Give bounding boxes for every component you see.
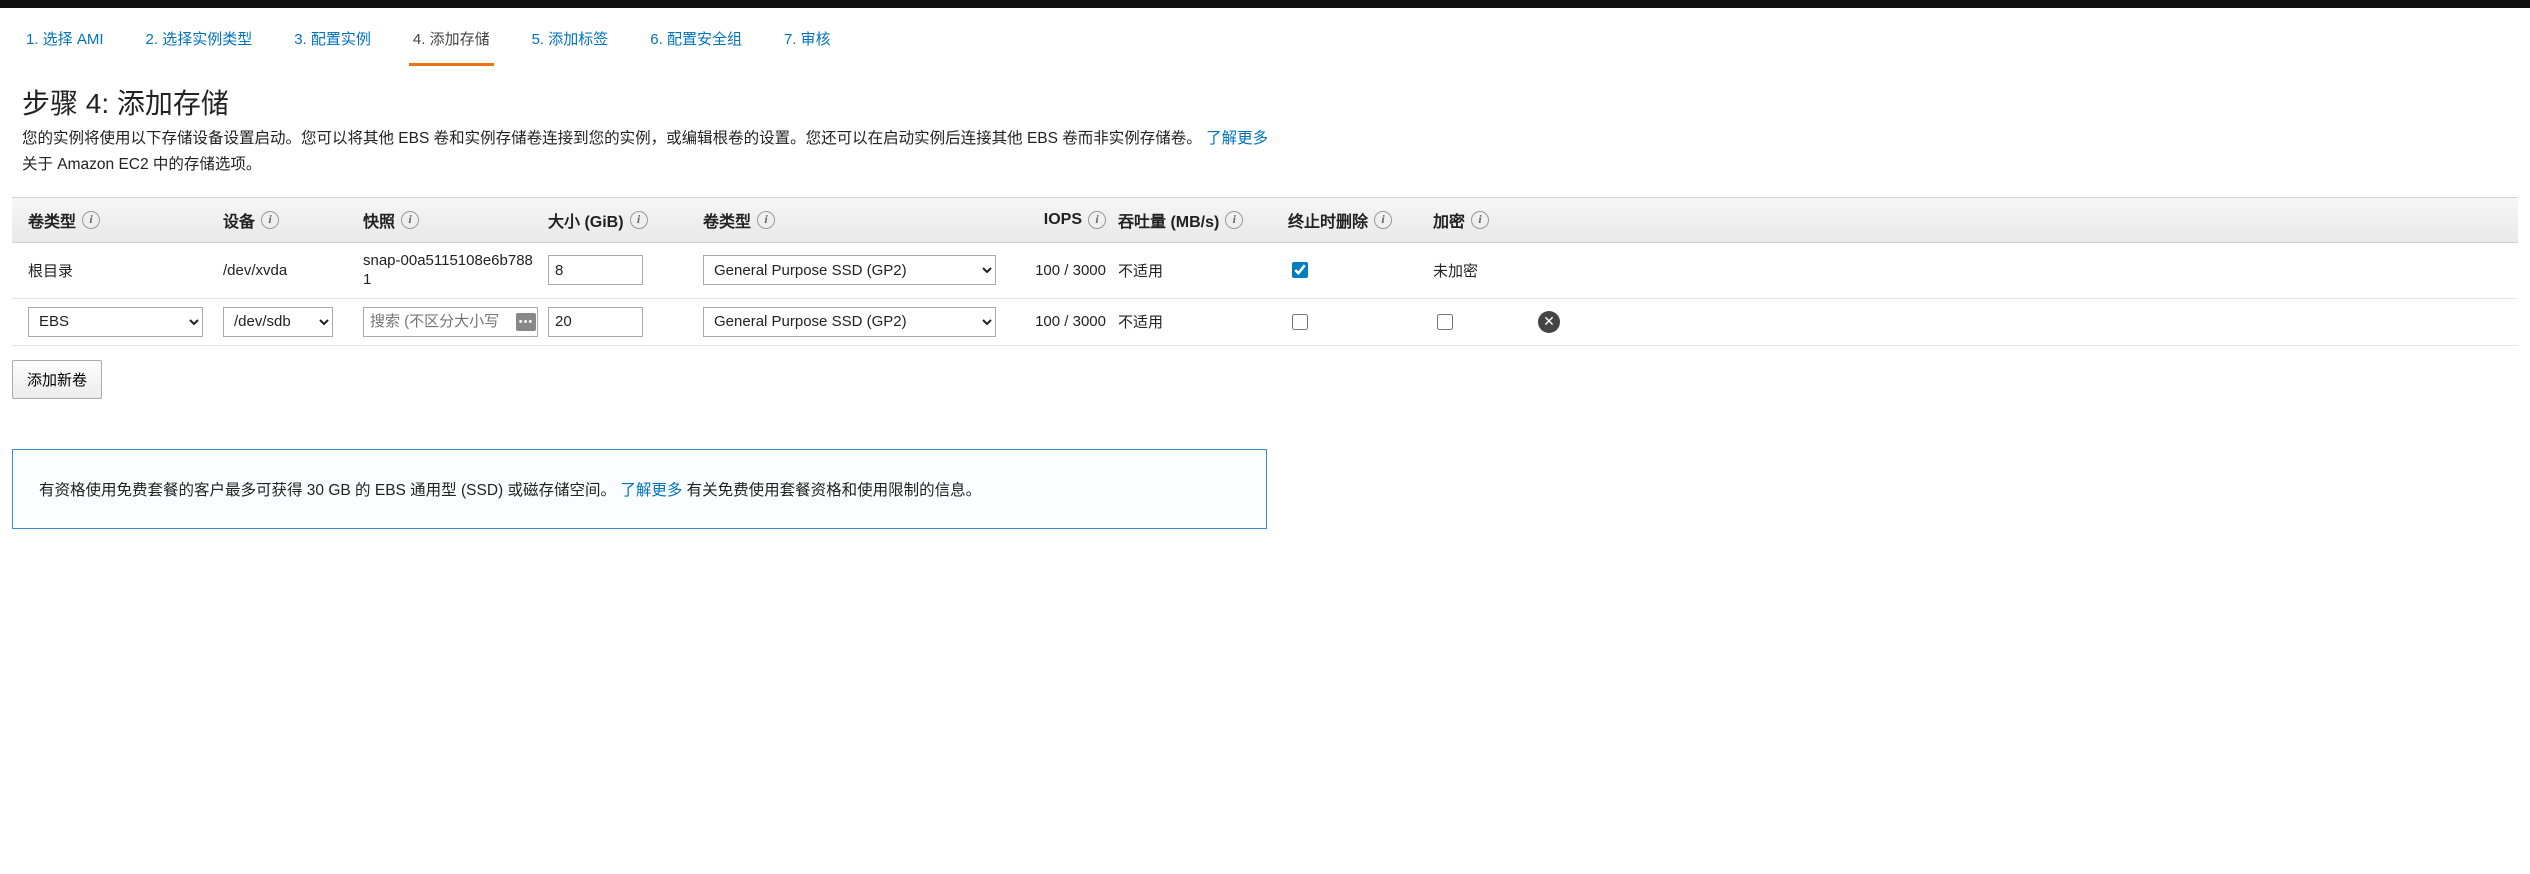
tab-add-storage[interactable]: 4. 添加存储 [409, 20, 494, 66]
learn-more-link[interactable]: 了解更多 [1206, 130, 1268, 147]
info-icon[interactable]: i [1471, 211, 1489, 229]
storage-table: 卷类型 i 设备 i 快照 i 大小 (GiB) i 卷类型 i IOPS i 吞吐量 (M… [12, 197, 2518, 346]
free-tier-notice: 有资格使用免费套餐的客户最多可获得 30 GB 的 EBS 通用型 (SSD) … [12, 449, 1267, 529]
ebs-encrypt-checkbox[interactable] [1437, 314, 1453, 330]
ebs-throughput: 不适用 [1118, 311, 1163, 332]
page-title: 步骤 4: 添加存储 [0, 66, 2530, 126]
top-bar [0, 0, 2530, 8]
notice-text-post: 有关免费使用套餐资格和使用限制的信息。 [682, 482, 981, 499]
info-icon[interactable]: i [757, 211, 775, 229]
tab-security-group[interactable]: 6. 配置安全组 [646, 20, 746, 66]
col-device: 设备 [223, 208, 255, 232]
col-size: 大小 (GiB) [548, 208, 624, 232]
root-encryption: 未加密 [1433, 260, 1478, 281]
root-throughput: 不适用 [1118, 260, 1163, 281]
remove-volume-icon[interactable]: ✕ [1538, 311, 1560, 333]
col-snapshot: 快照 [363, 208, 395, 232]
table-header-row: 卷类型 i 设备 i 快照 i 大小 (GiB) i 卷类型 i IOPS i 吞吐量 (M… [12, 197, 2518, 243]
ebs-size-input[interactable] [548, 307, 643, 337]
tab-select-ami[interactable]: 1. 选择 AMI [22, 20, 108, 66]
page-description: 您的实例将使用以下存储设备设置启动。您可以将其他 EBS 卷和实例存储卷连接到您… [0, 126, 1300, 197]
notice-learn-more-link[interactable]: 了解更多 [620, 482, 682, 499]
ebs-voltype2-select[interactable]: General Purpose SSD (GP2) [703, 307, 996, 337]
root-device: /dev/xvda [223, 262, 287, 279]
ellipsis-icon[interactable]: ••• [516, 313, 536, 331]
tab-configure-instance[interactable]: 3. 配置实例 [290, 20, 375, 66]
notice-text-pre: 有资格使用免费套餐的客户最多可获得 30 GB 的 EBS 通用型 (SSD) … [39, 482, 616, 499]
root-size-input[interactable] [548, 255, 643, 285]
wizard-tabs: 1. 选择 AMI 2. 选择实例类型 3. 配置实例 4. 添加存储 5. 添… [0, 8, 2530, 66]
root-volume-type: 根目录 [28, 260, 73, 281]
root-snapshot: snap-00a5115108e6b7881 [363, 251, 536, 290]
desc-text-pre: 您的实例将使用以下存储设备设置启动。您可以将其他 EBS 卷和实例存储卷连接到您… [22, 130, 1202, 147]
table-row: EBS /dev/sdb ••• General Purpose SSD (GP… [12, 299, 2518, 346]
root-delete-on-terminate-checkbox[interactable] [1292, 262, 1308, 278]
ebs-delete-on-terminate-checkbox[interactable] [1292, 314, 1308, 330]
table-row: 根目录 /dev/xvda snap-00a5115108e6b7881 Gen… [12, 243, 2518, 299]
col-iops: IOPS [1044, 211, 1082, 229]
info-icon[interactable]: i [401, 211, 419, 229]
col-volume-type: 卷类型 [28, 208, 76, 232]
add-volume-button[interactable]: 添加新卷 [12, 360, 102, 399]
col-encryption: 加密 [1433, 208, 1465, 232]
tab-instance-type[interactable]: 2. 选择实例类型 [142, 20, 257, 66]
info-icon[interactable]: i [261, 211, 279, 229]
ebs-device-select[interactable]: /dev/sdb [223, 307, 333, 337]
info-icon[interactable]: i [1088, 211, 1106, 229]
info-icon[interactable]: i [82, 211, 100, 229]
ebs-snapshot-search-input[interactable] [363, 307, 538, 337]
tab-add-tags[interactable]: 5. 添加标签 [528, 20, 613, 66]
tab-review[interactable]: 7. 审核 [780, 20, 835, 66]
desc-text-post: 关于 Amazon EC2 中的存储选项。 [22, 156, 261, 173]
info-icon[interactable]: i [1225, 211, 1243, 229]
info-icon[interactable]: i [630, 211, 648, 229]
col-volume-type-2: 卷类型 [703, 208, 751, 232]
info-icon[interactable]: i [1374, 211, 1392, 229]
ebs-iops: 100 / 3000 [1035, 313, 1106, 330]
col-delete-on-terminate: 终止时删除 [1288, 208, 1368, 232]
root-voltype-select[interactable]: General Purpose SSD (GP2) [703, 255, 996, 285]
col-throughput: 吞吐量 (MB/s) [1118, 208, 1219, 232]
ebs-voltype-select[interactable]: EBS [28, 307, 203, 337]
root-iops: 100 / 3000 [1035, 262, 1106, 279]
